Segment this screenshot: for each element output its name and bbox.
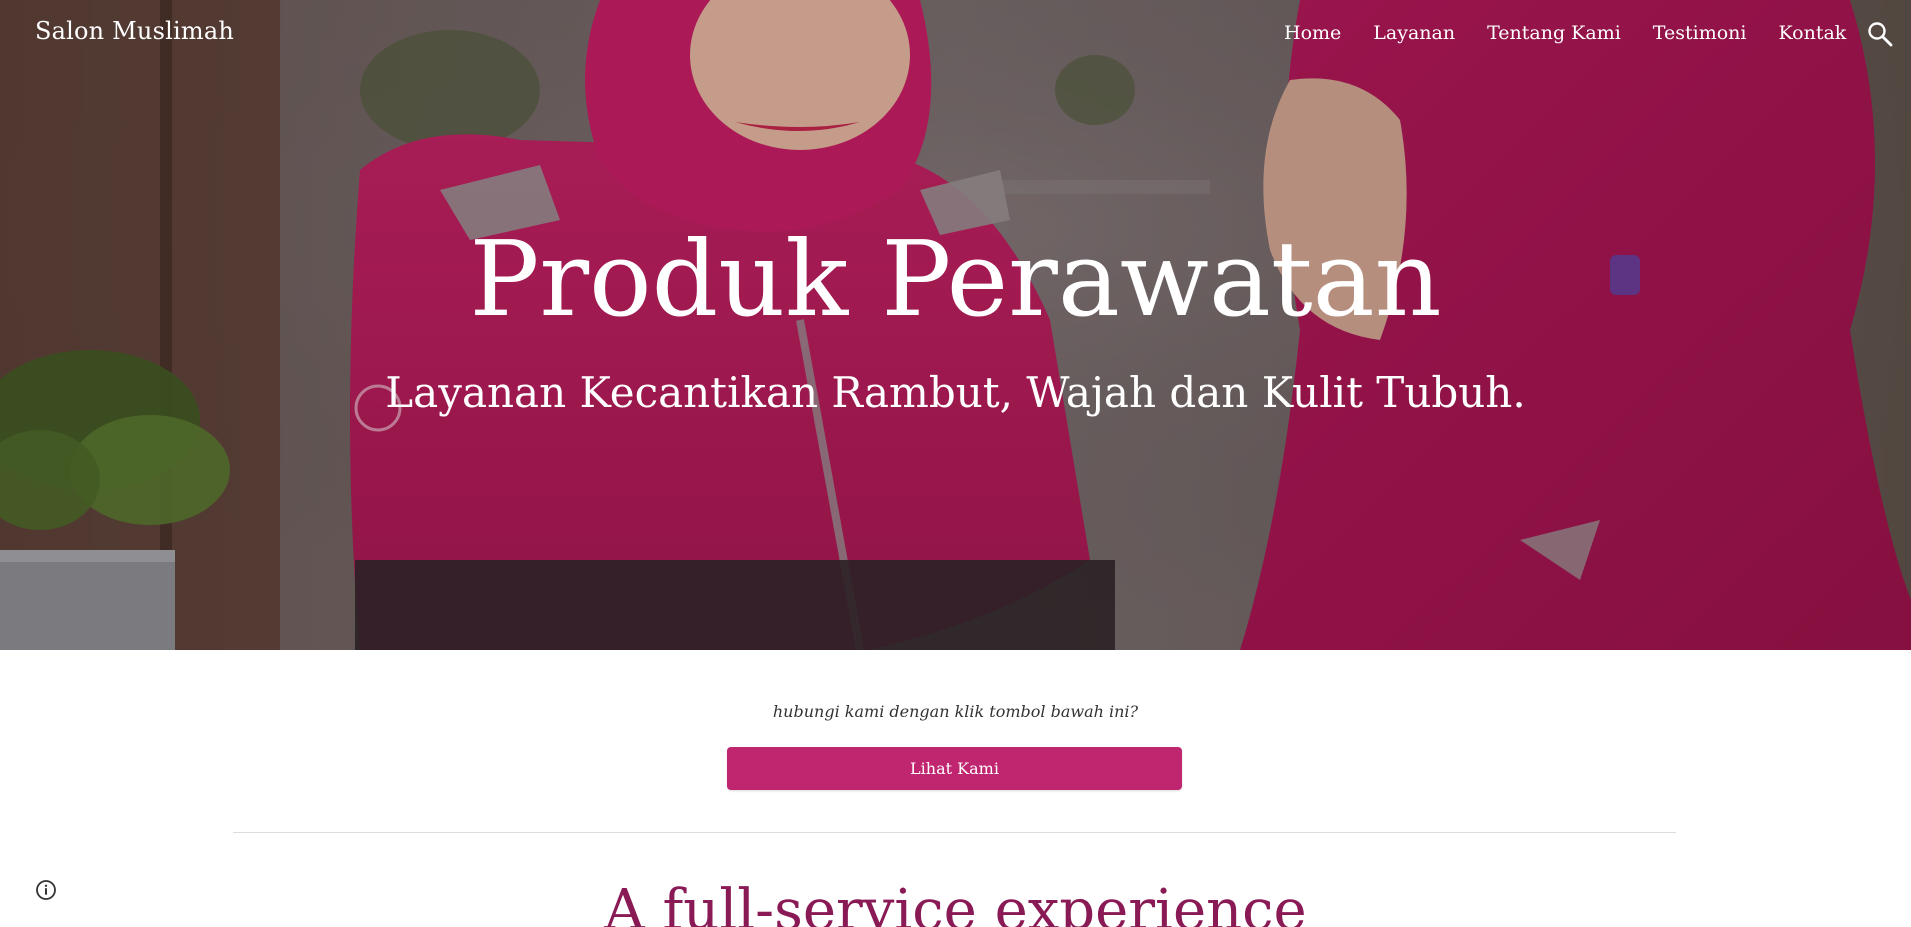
hero-subtitle: Layanan Kecantikan Rambut, Wajah dan Kul… <box>385 368 1526 417</box>
nav-item-testimoni[interactable]: Testimoni <box>1653 22 1747 44</box>
nav-item-home[interactable]: Home <box>1284 22 1341 44</box>
cta-prompt: hubungi kami dengan klik tombol bawah in… <box>772 702 1139 721</box>
section-heading: A full-service experience <box>604 878 1307 927</box>
nav-item-layanan[interactable]: Layanan <box>1373 22 1455 44</box>
main-nav: Home Layanan Tentang Kami Testimoni Kont… <box>1284 22 1846 44</box>
search-icon[interactable] <box>1866 20 1894 48</box>
hero-title: Produk Perawatan <box>469 218 1442 340</box>
nav-item-kontak[interactable]: Kontak <box>1778 22 1846 44</box>
section-divider <box>233 832 1676 833</box>
lihat-kami-button[interactable]: Lihat Kami <box>727 747 1182 790</box>
nav-item-tentang-kami[interactable]: Tentang Kami <box>1487 22 1621 44</box>
site-title[interactable]: Salon Muslimah <box>35 17 234 45</box>
info-icon[interactable] <box>35 879 57 901</box>
